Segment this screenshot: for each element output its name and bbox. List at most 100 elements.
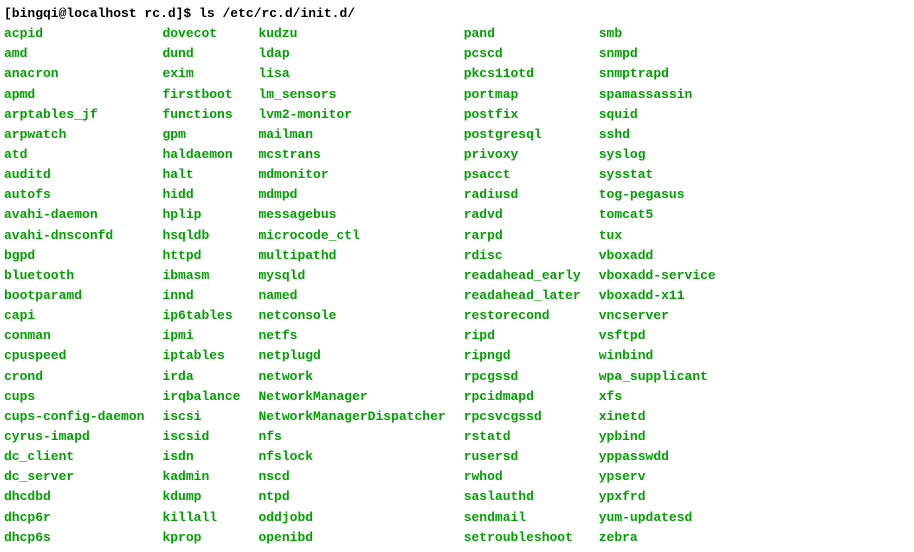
- listing-entry: pkcs11otd: [464, 64, 581, 84]
- listing-entry: avahi-daemon: [4, 205, 144, 225]
- listing-entry: radvd: [464, 205, 581, 225]
- listing-entry: oddjobd: [258, 508, 445, 528]
- listing-entry: spamassassin: [599, 85, 716, 105]
- listing-entry: amd: [4, 44, 144, 64]
- listing-entry: kadmin: [162, 467, 240, 487]
- listing-entry: iscsid: [162, 427, 240, 447]
- listing-entry: readahead_later: [464, 286, 581, 306]
- listing-entry: conman: [4, 326, 144, 346]
- listing-entry: radiusd: [464, 185, 581, 205]
- listing-entry: bootparamd: [4, 286, 144, 306]
- listing-entry: iptables: [162, 346, 240, 366]
- listing-entry: ip6tables: [162, 306, 240, 326]
- listing-entry: postgresql: [464, 125, 581, 145]
- listing-entry: irda: [162, 367, 240, 387]
- listing-entry: readahead_early: [464, 266, 581, 286]
- listing-entry: messagebus: [258, 205, 445, 225]
- listing-entry: ypbind: [599, 427, 716, 447]
- listing-entry: ldap: [258, 44, 445, 64]
- listing-entry: winbind: [599, 346, 716, 366]
- listing-entry: portmap: [464, 85, 581, 105]
- listing-entry: firstboot: [162, 85, 240, 105]
- listing-entry: dhcp6r: [4, 508, 144, 528]
- listing-entry: mdmonitor: [258, 165, 445, 185]
- listing-entry: arpwatch: [4, 125, 144, 145]
- terminal-prompt-line: [bingqi@localhost rc.d]$ ls /etc/rc.d/in…: [4, 4, 910, 24]
- listing-entry: ibmasm: [162, 266, 240, 286]
- listing-entry: mailman: [258, 125, 445, 145]
- listing-entry: netfs: [258, 326, 445, 346]
- listing-entry: vboxadd: [599, 246, 716, 266]
- listing-column-1: dovecotdundeximfirstbootfunctionsgpmhald…: [162, 24, 240, 548]
- listing-entry: cyrus-imapd: [4, 427, 144, 447]
- listing-entry: sshd: [599, 125, 716, 145]
- listing-entry: isdn: [162, 447, 240, 467]
- listing-entry: vncserver: [599, 306, 716, 326]
- listing-entry: syslog: [599, 145, 716, 165]
- listing-entry: killall: [162, 508, 240, 528]
- listing-entry: crond: [4, 367, 144, 387]
- listing-column-3: pandpcscdpkcs11otdportmappostfixpostgres…: [464, 24, 581, 548]
- listing-entry: tog-pegasus: [599, 185, 716, 205]
- listing-entry: ipmi: [162, 326, 240, 346]
- listing-entry: avahi-dnsconfd: [4, 226, 144, 246]
- listing-entry: dovecot: [162, 24, 240, 44]
- listing-entry: NetworkManagerDispatcher: [258, 407, 445, 427]
- listing-column-4: smbsnmpdsnmptrapdspamassassinsquidsshdsy…: [599, 24, 716, 548]
- listing-entry: functions: [162, 105, 240, 125]
- listing-entry: sendmail: [464, 508, 581, 528]
- listing-entry: mdmpd: [258, 185, 445, 205]
- listing-entry: nfslock: [258, 447, 445, 467]
- listing-entry: NetworkManager: [258, 387, 445, 407]
- listing-entry: dc_server: [4, 467, 144, 487]
- listing-entry: psacct: [464, 165, 581, 185]
- listing-entry: kprop: [162, 528, 240, 548]
- listing-entry: microcode_ctl: [258, 226, 445, 246]
- listing-entry: hidd: [162, 185, 240, 205]
- listing-entry: privoxy: [464, 145, 581, 165]
- listing-entry: network: [258, 367, 445, 387]
- listing-entry: multipathd: [258, 246, 445, 266]
- listing-entry: anacron: [4, 64, 144, 84]
- listing-entry: irqbalance: [162, 387, 240, 407]
- listing-entry: setroubleshoot: [464, 528, 581, 548]
- listing-entry: ripd: [464, 326, 581, 346]
- listing-entry: squid: [599, 105, 716, 125]
- listing-entry: dhcdbd: [4, 487, 144, 507]
- listing-entry: xinetd: [599, 407, 716, 427]
- listing-entry: innd: [162, 286, 240, 306]
- listing-entry: wpa_supplicant: [599, 367, 716, 387]
- listing-entry: kdump: [162, 487, 240, 507]
- listing-entry: halt: [162, 165, 240, 185]
- listing-entry: yppasswdd: [599, 447, 716, 467]
- listing-entry: vboxadd-service: [599, 266, 716, 286]
- listing-entry: saslauthd: [464, 487, 581, 507]
- listing-entry: openibd: [258, 528, 445, 548]
- listing-entry: iscsi: [162, 407, 240, 427]
- listing-entry: exim: [162, 64, 240, 84]
- listing-entry: rdisc: [464, 246, 581, 266]
- listing-entry: tux: [599, 226, 716, 246]
- listing-entry: lm_sensors: [258, 85, 445, 105]
- listing-entry: auditd: [4, 165, 144, 185]
- listing-entry: rwhod: [464, 467, 581, 487]
- listing-entry: nscd: [258, 467, 445, 487]
- listing-entry: capi: [4, 306, 144, 326]
- listing-entry: zebra: [599, 528, 716, 548]
- listing-entry: ntpd: [258, 487, 445, 507]
- listing-entry: cups-config-daemon: [4, 407, 144, 427]
- listing-entry: autofs: [4, 185, 144, 205]
- listing-entry: arptables_jf: [4, 105, 144, 125]
- listing-entry: hplip: [162, 205, 240, 225]
- prompt-command: ls /etc/rc.d/init.d/: [199, 6, 355, 21]
- listing-entry: gpm: [162, 125, 240, 145]
- listing-entry: ypserv: [599, 467, 716, 487]
- listing-entry: xfs: [599, 387, 716, 407]
- listing-entry: restorecond: [464, 306, 581, 326]
- listing-entry: pcscd: [464, 44, 581, 64]
- listing-entry: mysqld: [258, 266, 445, 286]
- listing-entry: rusersd: [464, 447, 581, 467]
- listing-entry: cpuspeed: [4, 346, 144, 366]
- listing-entry: rpcgssd: [464, 367, 581, 387]
- listing-entry: nfs: [258, 427, 445, 447]
